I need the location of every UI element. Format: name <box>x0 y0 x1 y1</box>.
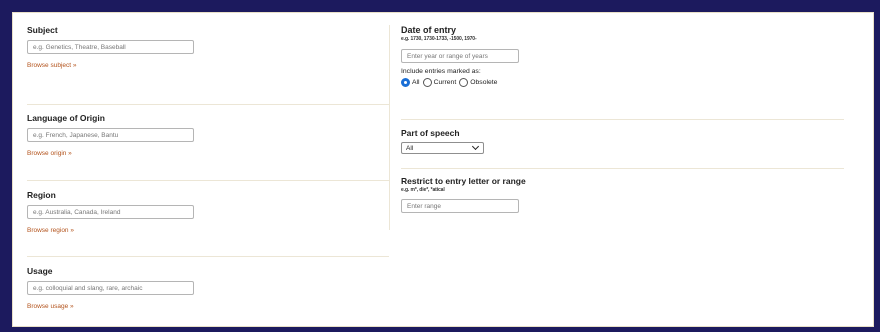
include-entries-label: Include entries marked as: <box>401 68 481 75</box>
radio-current-circle[interactable] <box>422 78 432 87</box>
usage-input[interactable] <box>27 281 194 295</box>
subject-label: Subject <box>27 25 58 35</box>
radio-current[interactable]: Current <box>422 78 457 87</box>
region-section: Region Browse region » <box>27 190 194 237</box>
origin-input[interactable] <box>27 128 194 142</box>
left-divider-2 <box>27 180 389 181</box>
radio-obsolete[interactable]: Obsolete <box>459 78 497 87</box>
date-of-entry-section: Date of entry e.g. 1730, 1730-1733, -150… <box>401 25 519 87</box>
entry-status-radio-group: All Current Obsolete <box>401 78 519 87</box>
restrict-input[interactable] <box>401 199 519 213</box>
usage-section: Usage Browse usage » <box>27 266 194 313</box>
part-of-speech-label: Part of speech <box>401 128 460 138</box>
part-of-speech-select[interactable]: All <box>401 142 484 154</box>
browse-origin-link[interactable]: Browse origin » <box>27 150 72 157</box>
part-of-speech-section: Part of speech All <box>401 128 484 154</box>
radio-obsolete-circle[interactable] <box>459 78 469 87</box>
browse-subject-link[interactable]: Browse subject » <box>27 62 77 69</box>
origin-label: Language of Origin <box>27 113 105 123</box>
browse-region-link[interactable]: Browse region » <box>27 227 74 234</box>
left-divider-1 <box>27 104 389 105</box>
radio-all-label: All <box>412 79 420 86</box>
browse-usage-link[interactable]: Browse usage » <box>27 303 74 310</box>
radio-obsolete-label: Obsolete <box>470 79 498 86</box>
restrict-label: Restrict to entry letter or range <box>401 176 526 186</box>
right-divider-1 <box>401 119 844 120</box>
advanced-search-panel: Subject Browse subject » Language of Ori… <box>12 12 874 327</box>
radio-current-label: Current <box>433 79 457 86</box>
region-input[interactable] <box>27 205 194 219</box>
origin-section: Language of Origin Browse origin » <box>27 113 194 160</box>
right-column: Date of entry e.g. 1730, 1730-1733, -150… <box>389 25 855 230</box>
chevron-down-icon <box>471 142 480 151</box>
date-of-entry-label: Date of entry <box>401 25 457 35</box>
region-label: Region <box>27 190 56 200</box>
subject-input[interactable] <box>27 40 194 54</box>
left-divider-3 <box>27 256 389 257</box>
radio-all-circle[interactable] <box>401 78 410 87</box>
restrict-hint: e.g. m*, die*, *atical <box>401 187 445 193</box>
part-of-speech-value: All <box>406 144 414 152</box>
usage-label: Usage <box>27 266 53 276</box>
subject-section: Subject Browse subject » <box>27 25 194 72</box>
restrict-section: Restrict to entry letter or range e.g. m… <box>401 176 526 213</box>
radio-all[interactable]: All <box>401 78 420 87</box>
date-of-entry-input[interactable] <box>401 49 519 63</box>
right-divider-2 <box>401 168 844 169</box>
date-of-entry-hint: e.g. 1730, 1730-1733, -1500, 1970- <box>401 36 477 42</box>
